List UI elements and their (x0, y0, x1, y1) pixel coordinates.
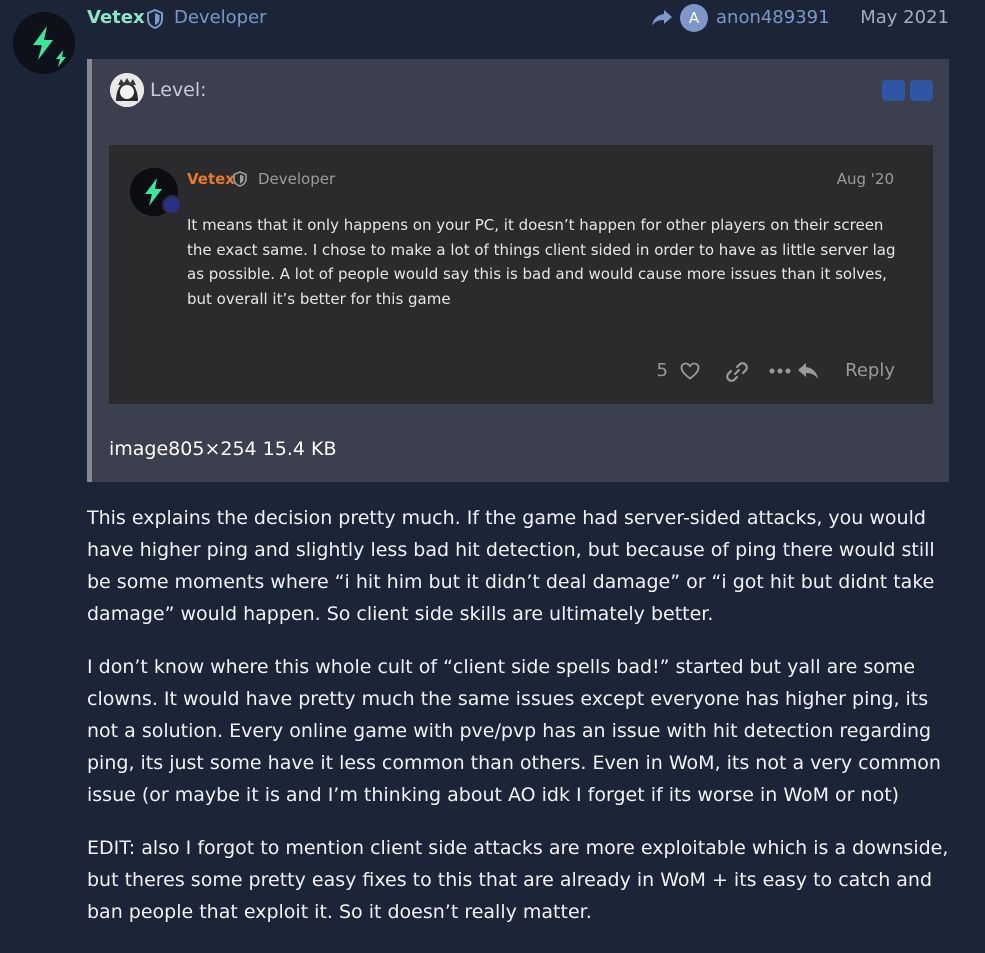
quote-avatar (110, 73, 144, 107)
image-meta[interactable]: image805×254 15.4 KB (109, 436, 337, 462)
embedded-image[interactable]: Vetex Developer Aug '20 It means that it… (109, 145, 933, 404)
quote-expand-button[interactable] (882, 80, 905, 101)
quote-navigate-button[interactable] (910, 80, 933, 101)
body-paragraph: I don’t know where this whole cult of “c… (87, 656, 941, 806)
embed-reply-label: Reply (845, 360, 895, 381)
lightning-bolt-icon (13, 12, 75, 74)
forum-post: Vetex Developer A anon489391 May 2021 Le… (0, 0, 985, 953)
embed-author-title: Developer (258, 170, 336, 188)
more-dots-icon (769, 368, 791, 374)
post-date[interactable]: May 2021 (860, 6, 949, 30)
post-body: This explains the decision pretty much. … (87, 502, 957, 949)
body-paragraph: This explains the decision pretty much. … (87, 507, 935, 625)
share-arrow-icon (652, 10, 672, 26)
author-avatar[interactable] (13, 12, 75, 74)
body-paragraph: EDIT: also I forgot to mention client si… (87, 837, 949, 923)
embed-author-name: Vetex (187, 170, 235, 188)
embed-author-badge (162, 195, 182, 215)
reply-icon (798, 363, 818, 379)
embed-date: Aug '20 (836, 170, 894, 188)
quote-title: Level: (150, 79, 207, 101)
shield-icon (147, 9, 163, 29)
link-icon (726, 362, 748, 382)
shield-icon (233, 171, 247, 187)
author-name[interactable]: Vetex (87, 6, 145, 30)
post-header: Vetex Developer A anon489391 May 2021 (87, 4, 949, 32)
reply-to-avatar: A (680, 4, 708, 32)
heart-icon (680, 362, 700, 380)
quote-avatar-image (110, 73, 144, 107)
like-count: 5 (656, 360, 668, 381)
author-title[interactable]: Developer (174, 6, 267, 30)
reply-to-username: anon489391 (716, 7, 830, 28)
quote-block: Level: Vetex Developer Aug '20 It means … (87, 59, 949, 482)
quote-controls (877, 80, 933, 101)
embed-post-text: It means that it only happens on your PC… (187, 216, 896, 308)
